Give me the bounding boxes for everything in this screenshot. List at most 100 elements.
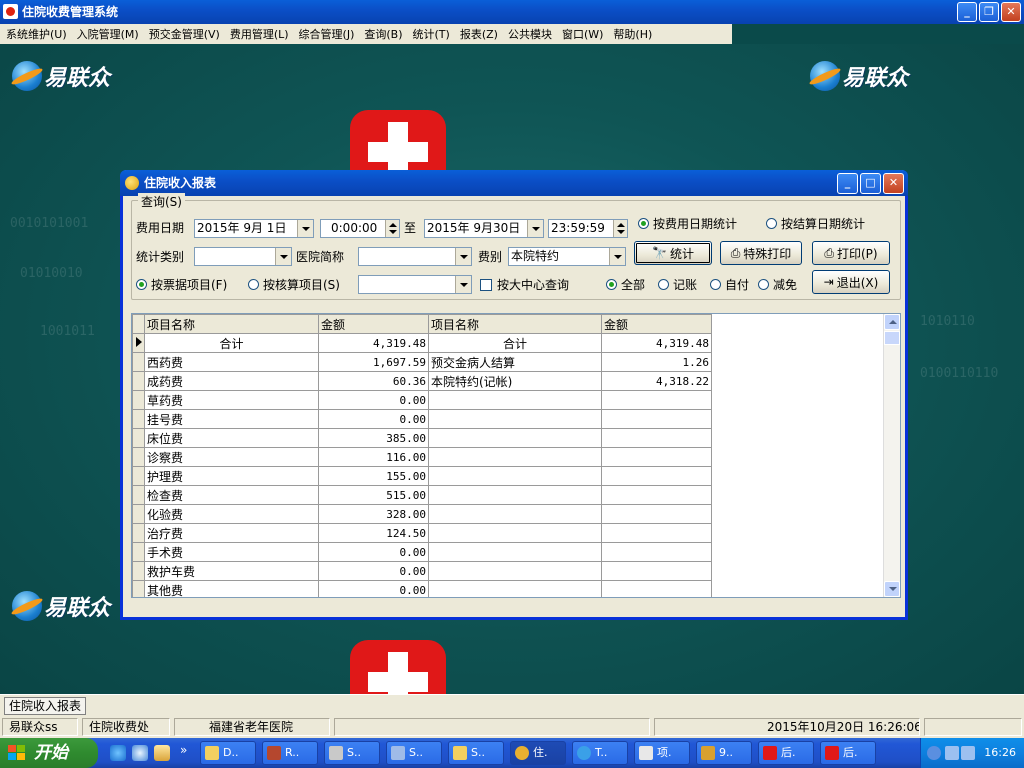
table-row[interactable]: 救护车费 0.00: [132, 561, 712, 581]
radio-by-invoice-item[interactable]: 按票据项目(F): [136, 276, 227, 293]
table-row[interactable]: 挂号费 0.00: [132, 409, 712, 429]
cell-amount-2[interactable]: 1.26: [601, 352, 712, 372]
grid-vertical-scrollbar[interactable]: [883, 314, 900, 597]
chevron-down-icon[interactable]: [297, 220, 313, 237]
menu-common[interactable]: 公共模块: [502, 26, 556, 42]
table-row[interactable]: 合计 4,319.48 合计 4,319.48: [132, 333, 712, 353]
radio-all[interactable]: 全部: [606, 276, 645, 293]
cell-amount[interactable]: 0.00: [318, 580, 429, 597]
cell-item-name-2[interactable]: [428, 561, 602, 581]
cell-amount[interactable]: 155.00: [318, 466, 429, 486]
table-row[interactable]: 手术费 0.00: [132, 542, 712, 562]
cell-item-name-2[interactable]: [428, 580, 602, 597]
cell-item-name-2[interactable]: [428, 409, 602, 429]
cell-item-name[interactable]: 草药费: [144, 390, 319, 410]
window-maximize-button[interactable]: □: [860, 173, 881, 194]
radio-exempt[interactable]: 减免: [758, 276, 797, 293]
internet-explorer-icon[interactable]: [110, 745, 126, 761]
cell-item-name-2[interactable]: [428, 466, 602, 486]
time-from-spinner[interactable]: [385, 220, 399, 237]
cell-item-name[interactable]: 成药费: [144, 371, 319, 391]
cell-item-name-2[interactable]: [428, 390, 602, 410]
taskbar-item[interactable]: D..: [200, 741, 256, 765]
cell-item-name[interactable]: 其他费: [144, 580, 319, 597]
cell-amount[interactable]: 124.50: [318, 523, 429, 543]
fee-type-select[interactable]: 本院特约: [508, 247, 626, 266]
cell-amount-2[interactable]: 4,318.22: [601, 371, 712, 391]
cell-amount-2[interactable]: [601, 428, 712, 448]
chevron-down-icon[interactable]: [455, 276, 471, 293]
taskbar-item[interactable]: S..: [324, 741, 380, 765]
restore-button[interactable]: ❐: [979, 2, 999, 22]
radio-account[interactable]: 记账: [658, 276, 697, 293]
stat-category-select[interactable]: [194, 247, 292, 266]
scroll-thumb[interactable]: [884, 331, 900, 345]
table-row[interactable]: 成药费 60.36 本院特约(记帐) 4,318.22: [132, 371, 712, 391]
chevron-down-icon[interactable]: [527, 220, 543, 237]
report-grid[interactable]: 项目名称 金额 项目名称 金额 合计 4,319.48 合计 4,319.48 …: [131, 313, 901, 598]
mdi-tab-income-report[interactable]: 住院收入报表: [4, 697, 87, 715]
taskbar-item[interactable]: 项.: [634, 741, 690, 765]
show-desktop-icon[interactable]: [154, 745, 170, 761]
minimize-button[interactable]: _: [957, 2, 977, 22]
col-header-item-name-2[interactable]: 项目名称: [428, 314, 602, 334]
cell-amount[interactable]: 4,319.48: [318, 333, 429, 353]
cell-item-name-2[interactable]: [428, 504, 602, 524]
tray-collapse-icon[interactable]: [927, 746, 941, 760]
cell-item-name[interactable]: 护理费: [144, 466, 319, 486]
menu-deposit[interactable]: 预交金管理(V): [143, 26, 224, 42]
col-header-item-name[interactable]: 项目名称: [144, 314, 319, 334]
menu-general[interactable]: 综合管理(J): [293, 26, 359, 42]
menu-window[interactable]: 窗口(W): [556, 26, 607, 42]
table-row[interactable]: 诊察费 116.00: [132, 447, 712, 467]
item-select[interactable]: [358, 275, 472, 294]
cell-item-name[interactable]: 救护车费: [144, 561, 319, 581]
cell-amount[interactable]: 385.00: [318, 428, 429, 448]
taskbar-item[interactable]: R..: [262, 741, 318, 765]
col-header-amount[interactable]: 金额: [318, 314, 429, 334]
center-query-checkbox[interactable]: 按大中心查询: [480, 276, 569, 293]
radio-by-audit-item[interactable]: 按核算项目(S): [248, 276, 340, 293]
network-icon[interactable]: [961, 746, 975, 760]
cell-amount-2[interactable]: [601, 466, 712, 486]
cell-amount[interactable]: 0.00: [318, 561, 429, 581]
cell-amount[interactable]: 328.00: [318, 504, 429, 524]
cell-amount-2[interactable]: [601, 561, 712, 581]
cell-amount[interactable]: 60.36: [318, 371, 429, 391]
menu-system[interactable]: 系统维护(U): [0, 26, 71, 42]
cell-item-name[interactable]: 治疗费: [144, 523, 319, 543]
cell-item-name[interactable]: 挂号费: [144, 409, 319, 429]
taskbar-item[interactable]: T..: [572, 741, 628, 765]
cell-amount-2[interactable]: [601, 542, 712, 562]
cell-item-name-2[interactable]: 本院特约(记帐): [428, 371, 602, 391]
cell-amount-2[interactable]: [601, 485, 712, 505]
window-title-bar[interactable]: 住院收入报表 _ □ ✕: [120, 170, 908, 196]
table-row[interactable]: 床位费 385.00: [132, 428, 712, 448]
cell-amount-2[interactable]: [601, 580, 712, 597]
menu-help[interactable]: 帮助(H): [607, 26, 656, 42]
menu-statistics[interactable]: 统计(T): [407, 26, 454, 42]
cell-amount[interactable]: 515.00: [318, 485, 429, 505]
stat-button[interactable]: 🔭 统计: [634, 241, 712, 265]
cell-item-name[interactable]: 床位费: [144, 428, 319, 448]
chevron-down-icon[interactable]: [609, 248, 625, 265]
menu-admission[interactable]: 入院管理(M): [71, 26, 143, 42]
print-button[interactable]: ⎙ 打印(P): [812, 241, 890, 265]
taskbar-item[interactable]: S..: [448, 741, 504, 765]
menu-query[interactable]: 查询(B): [358, 26, 406, 42]
cell-item-name[interactable]: 化验费: [144, 504, 319, 524]
cell-item-name-2[interactable]: [428, 523, 602, 543]
cell-item-name[interactable]: 手术费: [144, 542, 319, 562]
table-row[interactable]: 草药费 0.00: [132, 390, 712, 410]
cell-amount[interactable]: 0.00: [318, 409, 429, 429]
table-row[interactable]: 西药费 1,697.59 预交金病人结算 1.26: [132, 352, 712, 372]
clock[interactable]: 16:26: [984, 738, 1016, 768]
date-from-picker[interactable]: 2015年 9月 1日: [194, 219, 314, 238]
taskbar-item-active[interactable]: 住.: [510, 741, 566, 765]
cell-item-name-2[interactable]: [428, 542, 602, 562]
network-icon[interactable]: [945, 746, 959, 760]
cell-amount-2[interactable]: [601, 523, 712, 543]
cell-item-name[interactable]: 诊察费: [144, 447, 319, 467]
chevron-down-icon[interactable]: [455, 248, 471, 265]
table-row[interactable]: 治疗费 124.50: [132, 523, 712, 543]
